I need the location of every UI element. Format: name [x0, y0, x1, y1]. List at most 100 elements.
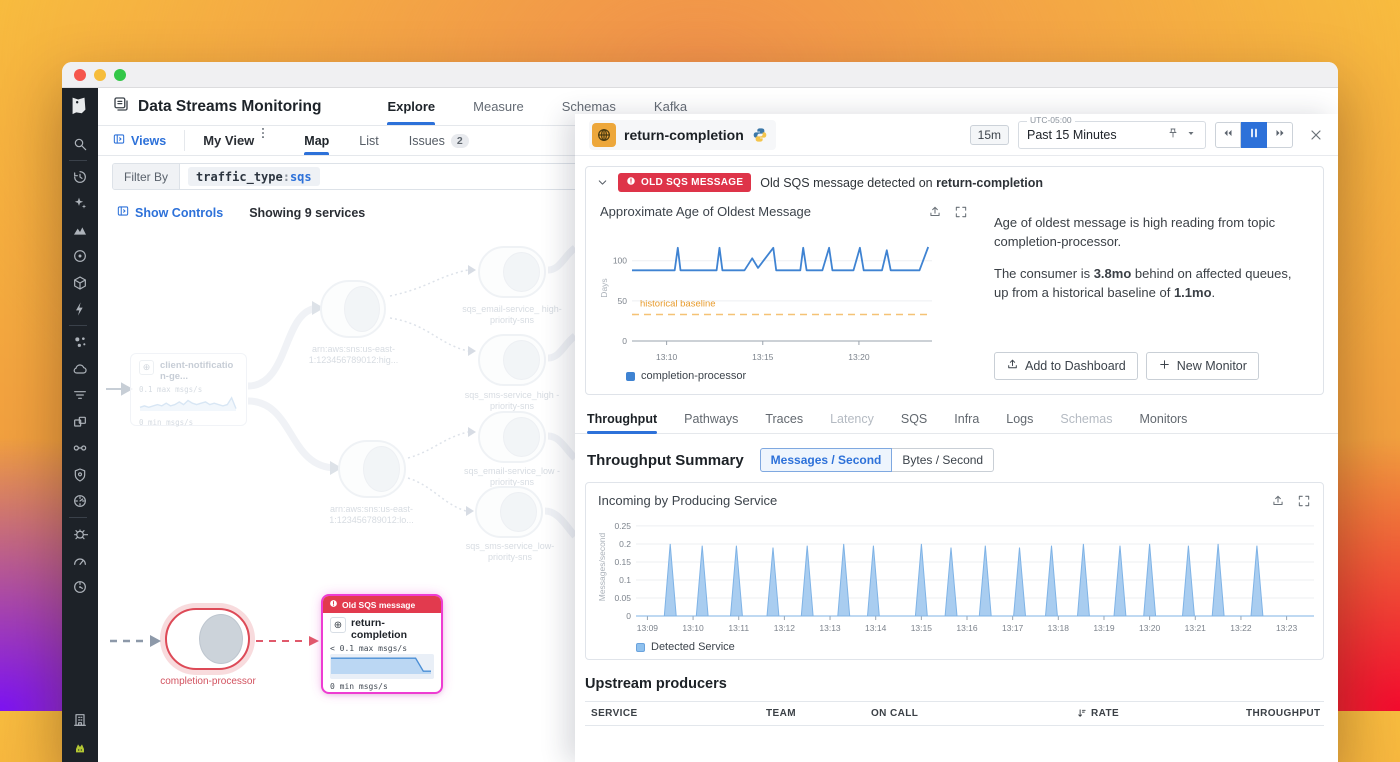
pause-button[interactable]	[1241, 121, 1267, 148]
alert-badge: OLD SQS MESSAGE	[618, 173, 752, 192]
toggle-messages-second[interactable]: Messages / Second	[759, 448, 893, 472]
divider	[184, 130, 186, 151]
panel-tab-schemas[interactable]: Schemas	[1060, 405, 1112, 433]
age-chart-section: Approximate Age of Oldest Message 0 50 100…	[598, 200, 970, 382]
pin-icon[interactable]	[1167, 126, 1179, 144]
sidebar-icon-cloud[interactable]	[69, 358, 91, 380]
column-label: THROUGHPUT	[1246, 708, 1321, 719]
my-view-selector[interactable]: My View	[203, 126, 254, 155]
column-header-team[interactable]: TEAM	[766, 708, 871, 719]
sidebar-icon-profiling[interactable]	[69, 576, 91, 598]
sidebar-icon-service-map[interactable]	[69, 331, 91, 353]
minimize-window-button[interactable]	[94, 68, 106, 81]
tab-label: Schemas	[561, 99, 616, 114]
new-monitor-label: New Monitor	[1176, 359, 1247, 373]
svg-text:0.15: 0.15	[614, 557, 631, 567]
panel-tab-traces[interactable]: Traces	[765, 405, 803, 433]
panel-tab-sqs[interactable]: SQS	[901, 405, 927, 433]
column-header-rate[interactable]: RATE	[1076, 708, 1246, 719]
column-header-on-call[interactable]: ON CALL	[871, 708, 1076, 719]
tab-label: Infra	[954, 412, 980, 426]
view-tab-issues[interactable]: Issues 2	[409, 126, 469, 155]
window-titlebar	[62, 62, 1338, 88]
old-sqs-alert-card: OLD SQS MESSAGE Old SQS message detected…	[585, 166, 1324, 395]
service-icon: ⊕	[330, 617, 346, 633]
panel-header: return-completion 15m UTC-05:00 Past 15 …	[575, 114, 1338, 156]
old-sqs-message-popup[interactable]: Old SQS message ⊕ return-completion < 0.…	[323, 596, 441, 692]
chart-legend: Detected Service	[596, 639, 1313, 653]
datadog-logo-icon[interactable]	[68, 94, 92, 118]
panel-tab-pathways[interactable]: Pathways	[684, 405, 738, 433]
svg-text:100: 100	[613, 256, 627, 266]
column-header-throughput[interactable]: THROUGHPUT	[1246, 708, 1321, 719]
sidebar-icon-ai-assistant[interactable]	[69, 192, 91, 214]
sidebar-icon-events[interactable]	[69, 298, 91, 320]
min-rate-label: 0 min msgs/s	[330, 682, 388, 692]
chevron-down-icon[interactable]	[596, 176, 609, 189]
sidebar-icon-security[interactable]	[69, 464, 91, 486]
sidebar-icon-bug[interactable]	[69, 523, 91, 545]
tab-explore[interactable]: Explore	[387, 88, 435, 125]
export-icon[interactable]	[1271, 494, 1285, 508]
rewind-button[interactable]	[1215, 121, 1241, 148]
close-window-button[interactable]	[74, 68, 86, 81]
filter-token-value: sqs	[289, 169, 312, 184]
sidebar-icon-search[interactable]	[69, 133, 91, 155]
chart-title: Incoming by Producing Service	[598, 493, 778, 508]
expand-icon[interactable]	[954, 205, 968, 219]
filter-token[interactable]: traffic_type: sqs	[188, 167, 320, 186]
sidebar-icon-history[interactable]	[69, 166, 91, 188]
sidebar-icon-dashboards[interactable]	[69, 411, 91, 433]
sidebar-icon-bits-ai[interactable]	[69, 736, 91, 758]
views-button[interactable]: Views	[112, 126, 166, 155]
tab-label: Pathways	[684, 412, 739, 426]
panel-tab-latency[interactable]: Latency	[830, 405, 874, 433]
sidebar-icon-metrics[interactable]	[69, 219, 91, 241]
svg-text:0: 0	[626, 611, 631, 621]
panel-tab-monitors[interactable]: Monitors	[1140, 405, 1188, 433]
svg-text:13:19: 13:19	[1093, 623, 1115, 633]
map-node-completion-processor[interactable]	[165, 608, 250, 670]
rail-divider	[69, 517, 87, 518]
forward-button[interactable]	[1267, 121, 1293, 148]
sidebar-icon-synthetics[interactable]	[69, 490, 91, 512]
upstream-table-header: SERVICE TEAM ON CALL RATE THROUGHPUT	[585, 701, 1324, 726]
alert-summary-1: Age of oldest message is high reading fr…	[994, 215, 1276, 249]
expand-icon[interactable]	[1297, 494, 1311, 508]
throughput-summary-title: Throughput Summary	[587, 451, 744, 469]
time-range-selector[interactable]: UTC-05:00 Past 15 Minutes	[1018, 114, 1206, 149]
toggle-bytes-second[interactable]: Bytes / Second	[892, 448, 995, 472]
panel-tab-throughput[interactable]: Throughput	[587, 405, 658, 434]
svg-text:13:21: 13:21	[1185, 623, 1207, 633]
sidebar-icon-watchdog[interactable]	[69, 245, 91, 267]
caret-down-icon[interactable]	[1185, 126, 1197, 144]
svg-text:13:16: 13:16	[956, 623, 978, 633]
incoming-by-producing-service-chart[interactable]: 0 0.05 0.1 0.15 0.2 0.25 13:09 13:10 13:11 13:12 1…	[596, 510, 1314, 639]
chart-legend: completion-processor	[598, 368, 970, 382]
new-monitor-button[interactable]: New Monitor	[1145, 352, 1259, 380]
view-tab-list[interactable]: List	[359, 126, 378, 155]
service-chip[interactable]: return-completion	[589, 119, 776, 150]
sidebar-icon-apm[interactable]	[69, 437, 91, 459]
panel-tab-infra[interactable]: Infra	[954, 405, 979, 433]
tab-label: Traces	[765, 412, 804, 426]
close-panel-icon[interactable]	[1308, 127, 1324, 143]
zoom-window-button[interactable]	[114, 68, 126, 81]
sidebar-icon-organization[interactable]	[69, 709, 91, 731]
svg-text:13:10: 13:10	[656, 352, 678, 362]
tab-measure[interactable]: Measure	[473, 88, 524, 125]
column-label: SERVICE	[591, 708, 638, 719]
sidebar-icon-integrations[interactable]	[69, 272, 91, 294]
export-icon[interactable]	[928, 205, 942, 219]
time-window-badge[interactable]: 15m	[969, 124, 1009, 145]
kebab-menu-icon[interactable]	[256, 126, 270, 140]
view-tab-map[interactable]: Map	[304, 126, 330, 155]
rail-divider	[69, 159, 87, 161]
column-header-service[interactable]: SERVICE	[591, 708, 766, 719]
age-of-oldest-message-chart[interactable]: 0 50 100 13:10 13:15 13:20 historical baseline…	[598, 221, 970, 368]
add-to-dashboard-button[interactable]: Add to Dashboard	[994, 352, 1138, 380]
filter-token-key: traffic_type	[196, 169, 283, 184]
sidebar-icon-performance[interactable]	[69, 550, 91, 572]
sidebar-icon-logs[interactable]	[69, 384, 91, 406]
panel-tab-logs[interactable]: Logs	[1006, 405, 1033, 433]
